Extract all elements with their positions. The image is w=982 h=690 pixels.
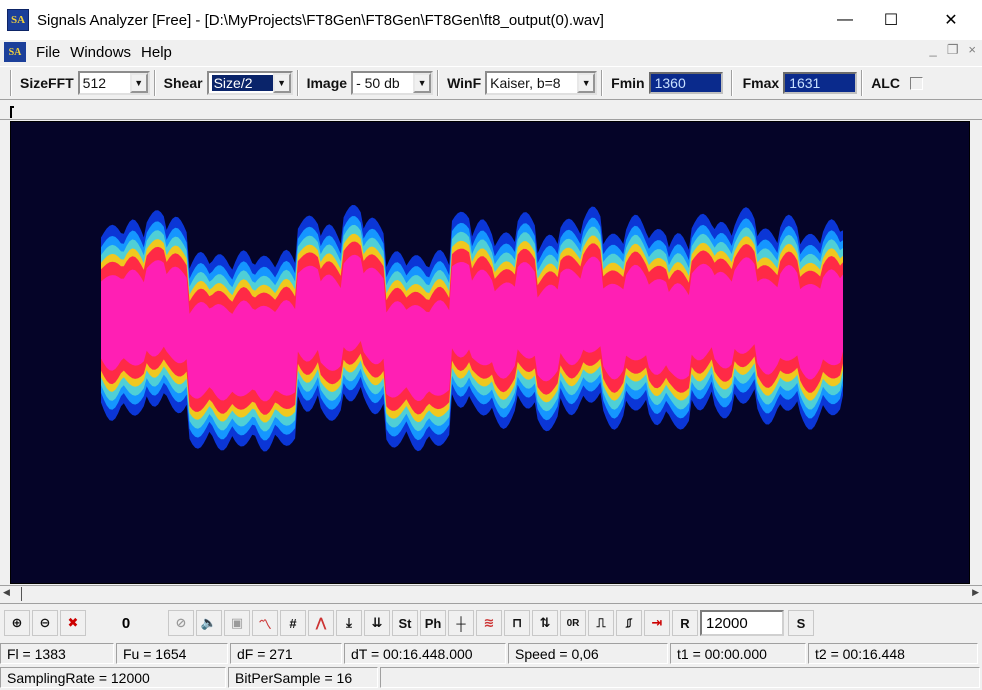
status-bar-2: SamplingRate = 12000 BitPerSample = 16 <box>0 667 982 689</box>
counter-value: 0 <box>121 614 131 632</box>
status-fu: Fu = 1654 <box>116 643 228 664</box>
chevron-down-icon[interactable]: ▼ <box>413 73 432 93</box>
alc-label: ALC <box>871 75 900 91</box>
window-title: Signals Analyzer [Free] - [D:\MyProjects… <box>37 11 604 29</box>
menu-windows[interactable]: Windows <box>70 44 131 61</box>
toolbar-grip <box>10 70 12 96</box>
zoom-out-icon[interactable]: ⊖ <box>32 610 58 636</box>
s-button[interactable]: S <box>788 610 814 636</box>
image-label: Image <box>306 75 348 91</box>
export-icon[interactable]: ⇥ <box>644 610 670 636</box>
toolbar-separator <box>437 70 440 96</box>
toolbar-separator <box>861 70 864 96</box>
or-icon[interactable]: 0R <box>560 610 586 636</box>
app-icon[interactable]: SA <box>7 9 29 31</box>
menu-bar: SA File Windows Help _ ❐ × <box>0 40 982 64</box>
chevron-down-icon[interactable]: ▼ <box>272 73 291 93</box>
status-fl: Fl = 1383 <box>0 643 114 664</box>
minimize-button[interactable]: — <box>822 0 868 40</box>
winf-value: Kaiser, b=8 <box>490 75 561 91</box>
graph-icon[interactable]: ⋀ <box>308 610 334 636</box>
mdi-minimize-button[interactable]: _ <box>930 42 937 58</box>
fmin-label: Fmin <box>611 75 645 91</box>
alc-checkbox[interactable] <box>909 76 923 90</box>
close-button[interactable]: ✕ <box>928 0 974 40</box>
menu-help[interactable]: Help <box>141 44 172 61</box>
fmin-input[interactable]: 1360 <box>648 72 723 94</box>
status-bit-per-sample: BitPerSample = 16 <box>228 667 378 688</box>
zoom-in-icon[interactable]: ⊕ <box>4 610 30 636</box>
status-speed: Speed = 0,06 <box>508 643 668 664</box>
image-select[interactable]: - 50 db ▼ <box>351 71 434 95</box>
grid-icon[interactable]: # <box>280 610 306 636</box>
scroll-right-icon[interactable]: ▶ <box>972 587 979 598</box>
winf-select[interactable]: Kaiser, b=8 ▼ <box>485 71 598 95</box>
multi-arrow-icon[interactable]: ⇊ <box>364 610 390 636</box>
scroll-thumb[interactable] <box>18 587 22 601</box>
maximize-button[interactable]: ☐ <box>868 0 914 40</box>
chart2-icon[interactable]: ≋ <box>476 610 502 636</box>
shear-select[interactable]: Size/2 ▼ <box>206 71 293 95</box>
fmax-label: Fmax <box>742 75 780 91</box>
status-df: dF = 271 <box>230 643 342 664</box>
document-icon[interactable]: SA <box>4 42 26 62</box>
pulse-icon[interactable]: ⎎ <box>616 610 642 636</box>
plot-right-margin <box>970 121 982 584</box>
r-button[interactable]: R <box>672 610 698 636</box>
sizefft-label: SizeFFT <box>20 75 74 91</box>
status-sampling-rate: SamplingRate = 12000 <box>0 667 226 688</box>
plot-left-margin <box>0 121 10 584</box>
winf-label: WinF <box>447 75 482 91</box>
menu-file[interactable]: File <box>36 44 60 61</box>
chevron-down-icon[interactable]: ▼ <box>129 73 148 93</box>
step-icon[interactable]: ⎍ <box>588 610 614 636</box>
horizontal-scrollbar[interactable]: ◀ ▶ <box>0 585 982 604</box>
image-value: - 50 db <box>356 75 400 91</box>
shear-label: Shear <box>163 75 203 91</box>
status-empty <box>380 667 980 688</box>
delete-icon[interactable]: ✖ <box>60 610 86 636</box>
st-button[interactable]: St <box>392 610 418 636</box>
toolbar-separator <box>730 70 733 96</box>
ph-button[interactable]: Ph <box>420 610 446 636</box>
time-ruler <box>0 104 982 120</box>
mdi-close-button[interactable]: × <box>968 42 976 58</box>
spectrogram-image <box>101 205 843 452</box>
sizefft-select[interactable]: 512 ▼ <box>77 71 150 95</box>
fmax-input[interactable]: 1631 <box>783 72 858 94</box>
title-bar: SA Signals Analyzer [Free] - [D:\MyProje… <box>0 0 982 40</box>
status-t1: t1 = 00:00.000 <box>670 643 806 664</box>
status-t2: t2 = 00:16.448 <box>808 643 978 664</box>
spectrogram-canvas[interactable] <box>10 121 970 584</box>
sizefft-value: 512 <box>82 75 107 91</box>
spectrogram-bands <box>101 205 843 452</box>
settings-toolbar: SizeFFT 512 ▼ Shear Size/2 ▼ Image - 50 … <box>0 66 982 100</box>
status-dt: dT = 00:16.448.000 <box>344 643 506 664</box>
mdi-restore-button[interactable]: ❐ <box>947 42 959 58</box>
chevron-down-icon[interactable]: ▼ <box>577 73 596 93</box>
toolbar-separator <box>296 70 299 96</box>
impulse-icon[interactable]: ┼ <box>448 610 474 636</box>
cancel-icon[interactable]: ⊘ <box>168 610 194 636</box>
toolbar-separator <box>153 70 156 96</box>
chart-icon[interactable]: 〽 <box>252 610 278 636</box>
bottom-toolbar: ⊕ ⊖ ✖ 0 ⊘ 🔈 ▣ 〽 # ⋀ ⤓ ⇊ St Ph ┼ ≋ ⊓ ⇅ 0R… <box>0 605 982 641</box>
toolbar-separator <box>601 70 604 96</box>
rate-input[interactable]: 12000 <box>700 610 784 636</box>
status-bar-1: Fl = 1383 Fu = 1654 dF = 271 dT = 00:16.… <box>0 643 982 665</box>
arrow-down-icon[interactable]: ⤓ <box>336 610 362 636</box>
scroll-left-icon[interactable]: ◀ <box>3 587 10 598</box>
mdi-controls: _ ❐ × <box>930 42 976 58</box>
square-wave-icon[interactable]: ⊓ <box>504 610 530 636</box>
speaker-icon[interactable]: 🔈 <box>196 610 222 636</box>
stop-icon[interactable]: ▣ <box>224 610 250 636</box>
ruler-marker-icon[interactable] <box>10 106 14 118</box>
shear-value: Size/2 <box>211 75 273 91</box>
arrows-icon[interactable]: ⇅ <box>532 610 558 636</box>
